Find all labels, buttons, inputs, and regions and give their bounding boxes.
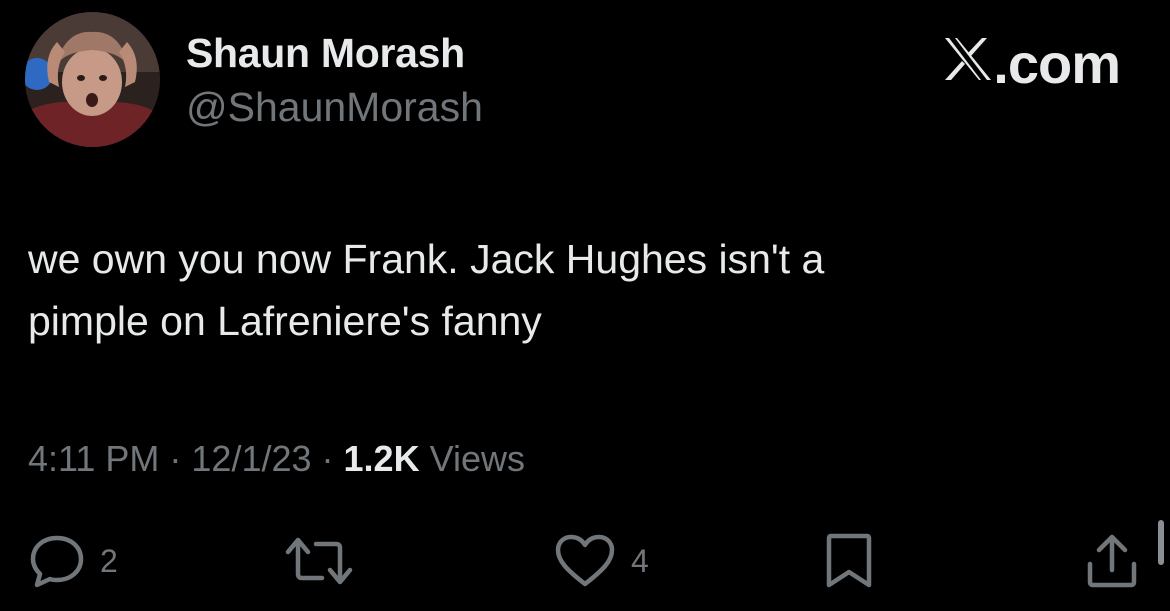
- reply-icon: [30, 535, 84, 588]
- avatar-image: [25, 12, 160, 147]
- share-button[interactable]: [1084, 532, 1140, 590]
- like-count: 4: [631, 542, 649, 579]
- tweet-text-line: pimple on Lafreniere's fanny: [28, 298, 542, 344]
- bookmark-icon: [826, 533, 872, 588]
- like-button[interactable]: 4: [553, 532, 649, 590]
- tweet-text-line: we own you now Frank. Jack Hughes isn't …: [28, 236, 825, 282]
- tweet-actions: 2 4: [0, 532, 1170, 592]
- reply-count: 2: [100, 542, 118, 579]
- scrollbar[interactable]: [1158, 520, 1164, 565]
- brand-watermark: .com: [943, 30, 1121, 96]
- tweet-time[interactable]: 4:11 PM: [28, 438, 159, 480]
- tweet-date[interactable]: 12/1/23: [191, 438, 311, 480]
- author-handle[interactable]: @ShaunMorash: [186, 84, 483, 131]
- author-display-name[interactable]: Shaun Morash: [186, 30, 465, 77]
- x-logo-icon: [943, 30, 993, 96]
- tweet-text: we own you now Frank. Jack Hughes isn't …: [28, 228, 1128, 352]
- bookmark-button[interactable]: [823, 532, 875, 590]
- reply-button[interactable]: 2: [28, 532, 118, 590]
- tweet-meta: 4:11 PM · 12/1/23 · 1.2K Views: [28, 438, 525, 480]
- views-count[interactable]: 1.2K: [344, 438, 420, 480]
- retweet-icon: [285, 537, 353, 585]
- retweet-button[interactable]: [284, 532, 354, 590]
- views-label[interactable]: Views: [430, 438, 525, 480]
- avatar[interactable]: [25, 12, 160, 147]
- meta-separator: ·: [169, 438, 182, 479]
- share-icon: [1087, 534, 1137, 588]
- brand-label: .com: [993, 31, 1121, 95]
- meta-separator: ·: [321, 438, 334, 479]
- heart-icon: [555, 534, 615, 587]
